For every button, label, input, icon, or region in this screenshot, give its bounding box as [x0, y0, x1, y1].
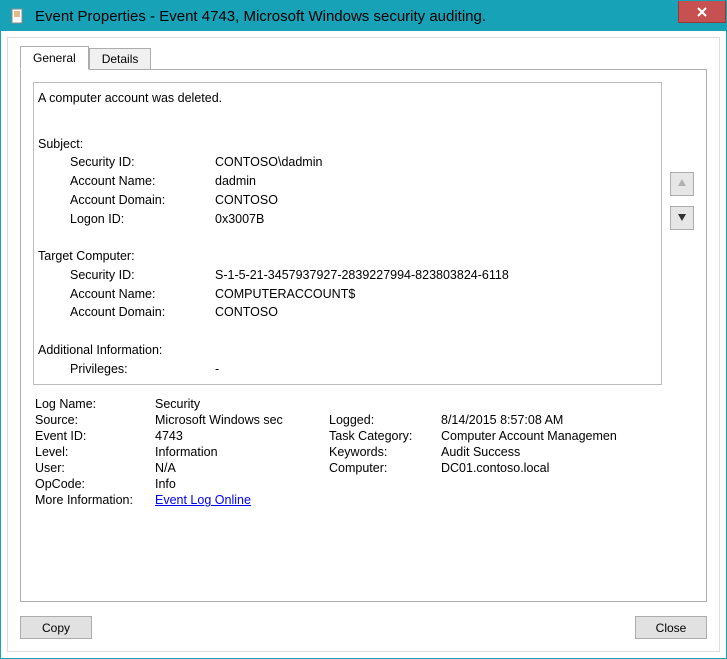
description-headline: A computer account was deleted.: [38, 89, 657, 108]
client-area: General Details A computer account was d…: [1, 31, 726, 658]
logged-value: 8/14/2015 8:57:08 AM: [441, 413, 692, 427]
target-security-id-label: Security ID:: [70, 266, 215, 285]
window-title: Event Properties - Event 4743, Microsoft…: [35, 8, 486, 25]
copy-button[interactable]: Copy: [20, 616, 92, 639]
privileges-value: -: [215, 360, 219, 379]
tab-panel-general: A computer account was deleted. Subject:…: [20, 69, 707, 602]
subject-account-name-label: Account Name:: [70, 172, 215, 191]
event-log-online-link[interactable]: Event Log Online: [155, 493, 251, 507]
tab-details[interactable]: Details: [89, 48, 152, 70]
prev-event-button[interactable]: [670, 172, 694, 196]
opcode-value: Info: [155, 477, 692, 491]
log-name-label: Log Name:: [35, 397, 151, 411]
user-value: N/A: [155, 461, 325, 475]
navigation-arrows: [670, 82, 694, 395]
target-account-name-value: COMPUTERACCOUNT$: [215, 285, 355, 304]
subject-logon-id-label: Logon ID:: [70, 210, 215, 229]
target-header: Target Computer:: [38, 247, 657, 266]
arrow-down-icon: [677, 212, 687, 225]
dialog-frame: General Details A computer account was d…: [7, 37, 720, 652]
titlebar: Event Properties - Event 4743, Microsoft…: [1, 1, 726, 31]
keywords-label: Keywords:: [329, 445, 437, 459]
logged-label: Logged:: [329, 413, 437, 427]
close-button[interactable]: Close: [635, 616, 707, 639]
next-event-button[interactable]: [670, 206, 694, 230]
event-id-value: 4743: [155, 429, 325, 443]
level-value: Information: [155, 445, 325, 459]
target-security-id-value: S-1-5-21-3457937927-2839227994-823803824…: [215, 266, 509, 285]
tab-strip: General Details: [20, 48, 707, 70]
subject-account-name-value: dadmin: [215, 172, 256, 191]
subject-logon-id-value: 0x3007B: [215, 210, 264, 229]
close-icon: [697, 4, 707, 20]
subject-security-id-value: CONTOSO\dadmin: [215, 153, 322, 172]
target-account-name-label: Account Name:: [70, 285, 215, 304]
privileges-label: Privileges:: [70, 360, 215, 379]
event-properties-window: Event Properties - Event 4743, Microsoft…: [0, 0, 727, 659]
source-value: Microsoft Windows sec: [155, 413, 325, 427]
computer-label: Computer:: [329, 461, 437, 475]
event-description-pane: A computer account was deleted. Subject:…: [33, 82, 662, 385]
target-account-domain-value: CONTOSO: [215, 303, 278, 322]
app-icon: [9, 8, 25, 24]
subject-header: Subject:: [38, 135, 657, 154]
task-category-value: Computer Account Managemen: [441, 429, 692, 443]
subject-account-domain-label: Account Domain:: [70, 191, 215, 210]
subject-security-id-label: Security ID:: [70, 153, 215, 172]
additional-header: Additional Information:: [38, 341, 657, 360]
arrow-up-icon: [677, 178, 687, 191]
user-label: User:: [35, 461, 151, 475]
event-info-grid: Log Name: Security Source: Microsoft Win…: [33, 395, 694, 509]
computer-value: DC01.contoso.local: [441, 461, 692, 475]
window-close-button[interactable]: [678, 1, 726, 23]
tab-general[interactable]: General: [20, 46, 89, 70]
event-id-label: Event ID:: [35, 429, 151, 443]
task-category-label: Task Category:: [329, 429, 437, 443]
keywords-value: Audit Success: [441, 445, 692, 459]
subject-account-domain-value: CONTOSO: [215, 191, 278, 210]
opcode-label: OpCode:: [35, 477, 151, 491]
dialog-button-row: Copy Close: [20, 616, 707, 639]
target-account-domain-label: Account Domain:: [70, 303, 215, 322]
log-name-value: Security: [155, 397, 692, 411]
more-info-label: More Information:: [35, 493, 151, 507]
source-label: Source:: [35, 413, 151, 427]
level-label: Level:: [35, 445, 151, 459]
